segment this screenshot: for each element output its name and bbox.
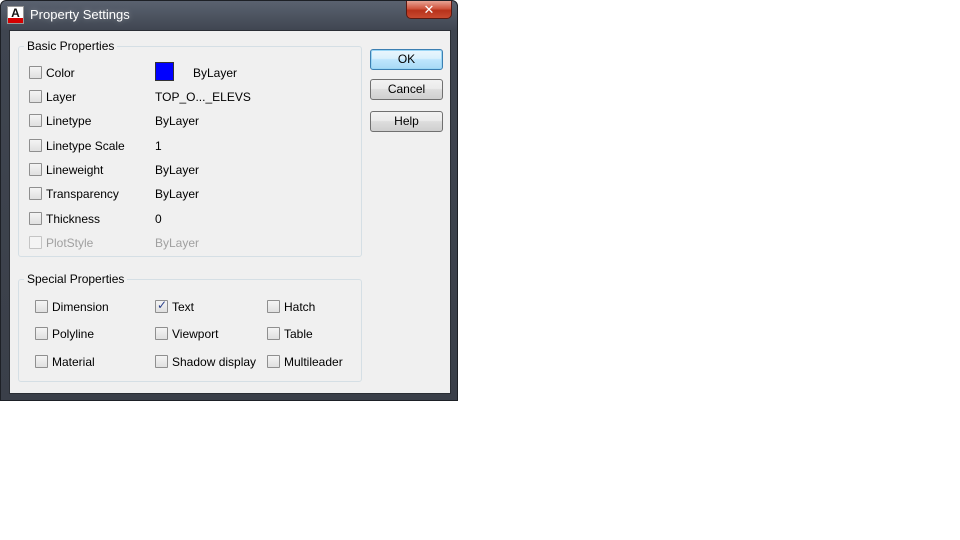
- property-value: 1: [155, 139, 162, 153]
- property-label: PlotStyle: [46, 236, 94, 250]
- title-bar[interactable]: A Property Settings ✕: [1, 1, 457, 30]
- special-property-label[interactable]: Shadow display: [172, 355, 256, 369]
- property-checkbox[interactable]: [29, 139, 42, 152]
- property-checkbox[interactable]: [29, 187, 42, 200]
- special-property-label[interactable]: Polyline: [52, 327, 94, 341]
- app-icon-red-band: [8, 18, 23, 23]
- basic-properties-legend: Basic Properties: [27, 39, 115, 53]
- special-property-checkbox[interactable]: [35, 355, 48, 368]
- property-label[interactable]: Lineweight: [46, 163, 103, 177]
- property-value: ByLayer: [155, 236, 200, 250]
- special-properties-legend: Special Properties: [27, 272, 125, 286]
- special-property-checkbox[interactable]: [155, 355, 168, 368]
- close-button[interactable]: ✕: [406, 1, 452, 19]
- property-value: ByLayer: [155, 187, 200, 201]
- special-property-label[interactable]: Viewport: [172, 327, 218, 341]
- property-label[interactable]: Thickness: [46, 212, 100, 226]
- special-property-label[interactable]: Text: [172, 300, 194, 314]
- property-checkbox[interactable]: [29, 66, 42, 79]
- dialog-client-area: Basic Properties Color ByLayer Layer TOP_O.…: [9, 30, 451, 394]
- special-property-checkbox[interactable]: [267, 300, 280, 313]
- special-property-checkbox[interactable]: [155, 327, 168, 340]
- property-label[interactable]: Transparency: [46, 187, 119, 201]
- property-settings-dialog: A Property Settings ✕ Basic Properties C…: [0, 0, 458, 401]
- help-button[interactable]: Help: [370, 111, 443, 132]
- property-label[interactable]: Color: [46, 66, 75, 80]
- property-label[interactable]: Linetype Scale: [46, 139, 125, 153]
- property-checkbox[interactable]: [29, 90, 42, 103]
- special-property-label[interactable]: Dimension: [52, 300, 109, 314]
- property-checkbox[interactable]: [29, 212, 42, 225]
- property-value: ByLayer: [155, 114, 200, 128]
- close-icon: ✕: [423, 2, 435, 17]
- property-checkbox: [29, 236, 42, 249]
- property-value: TOP_O..._ELEVS: [155, 90, 251, 104]
- autocad-app-icon: A: [7, 6, 24, 24]
- special-property-checkbox[interactable]: [155, 298, 168, 313]
- special-property-label[interactable]: Hatch: [284, 300, 315, 314]
- property-label[interactable]: Linetype: [46, 114, 91, 128]
- cancel-button[interactable]: Cancel: [370, 79, 443, 100]
- property-value: ByLayer: [193, 66, 238, 80]
- property-label[interactable]: Layer: [46, 90, 76, 104]
- special-property-checkbox[interactable]: [267, 355, 280, 368]
- dialog-title: Property Settings: [30, 7, 130, 22]
- color-swatch: [155, 62, 174, 81]
- property-checkbox[interactable]: [29, 114, 42, 127]
- special-property-label[interactable]: Table: [284, 327, 313, 341]
- property-checkbox[interactable]: [29, 163, 42, 176]
- property-value: ByLayer: [155, 163, 200, 177]
- special-property-checkbox[interactable]: [35, 300, 48, 313]
- property-value: 0: [155, 212, 162, 226]
- special-property-checkbox[interactable]: [35, 327, 48, 340]
- special-property-checkbox[interactable]: [267, 327, 280, 340]
- ok-button[interactable]: OK: [370, 49, 443, 70]
- special-property-label[interactable]: Material: [52, 355, 95, 369]
- special-property-label[interactable]: Multileader: [284, 355, 343, 369]
